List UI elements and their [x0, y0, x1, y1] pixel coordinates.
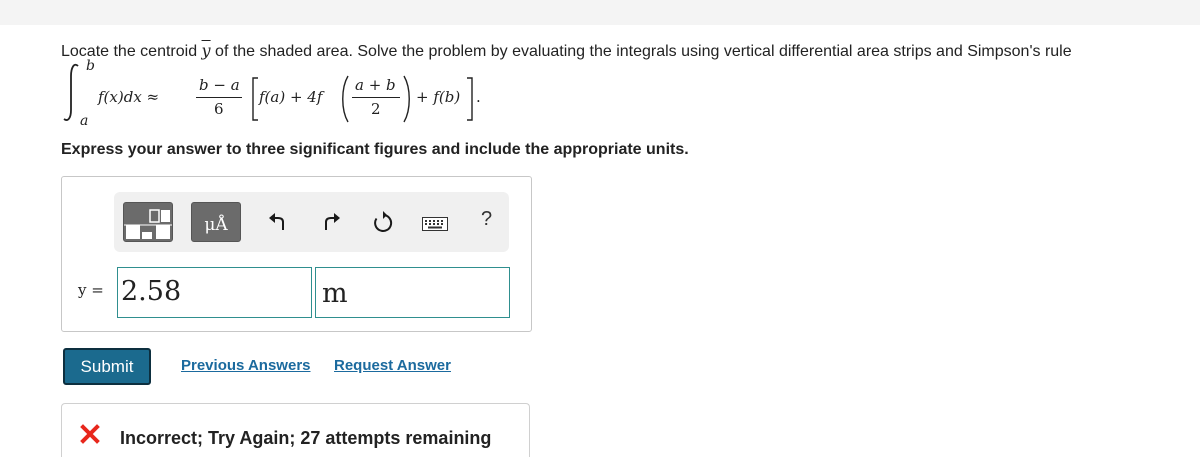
answer-variable-text: y = [78, 281, 104, 299]
templates-button[interactable] [123, 202, 173, 242]
right-bracket-icon [467, 77, 473, 121]
keyboard-icon[interactable] [419, 212, 451, 236]
undo-icon[interactable] [263, 210, 291, 234]
integral-lower-limit: a [80, 113, 89, 129]
fraction-1-bar [196, 97, 242, 98]
help-button[interactable]: ? [481, 208, 492, 231]
right-paren-icon [403, 75, 410, 123]
formula-period: . [476, 88, 481, 106]
answer-box: μÅ ? y = 2.58 m [61, 176, 532, 332]
integral-upper-limit: b [86, 58, 95, 74]
previous-answers-link[interactable]: Previous Answers [181, 357, 311, 374]
fraction-2-denominator: 2 [371, 100, 381, 118]
value-input[interactable]: 2.58 [117, 267, 312, 318]
fraction-2-numerator: a + b [355, 76, 396, 94]
x-mark-icon [80, 424, 100, 449]
instructions: Express your answer to three significant… [61, 141, 689, 158]
math-toolbar: μÅ ? [114, 192, 509, 252]
formula-term-2: + f(b) [416, 88, 461, 106]
integrand: f(x)dx ≈ [98, 88, 160, 106]
fraction-1-numerator: b − a [199, 76, 240, 94]
reset-icon[interactable] [369, 210, 397, 234]
units-icon: μÅ [204, 215, 228, 235]
fraction-1-denominator: 6 [214, 100, 224, 118]
units-button[interactable]: μÅ [191, 202, 241, 242]
formula-term-1: f(a) + 4f [259, 88, 323, 106]
request-answer-link[interactable]: Request Answer [334, 357, 451, 374]
top-bar [0, 0, 1200, 25]
feedback-panel: Incorrect; Try Again; 27 attempts remain… [61, 403, 530, 457]
feedback-message: Incorrect; Try Again; 27 attempts remain… [120, 428, 492, 448]
redo-icon[interactable] [318, 210, 346, 234]
templates-icon [124, 209, 172, 239]
simpsons-rule-formula: b a f(x)dx ≈ b − a 6 f(a) + 4f a + b 2 +… [61, 58, 581, 130]
unit-input[interactable]: m [315, 267, 510, 318]
answer-variable-label: y = [78, 281, 104, 299]
submit-button[interactable]: Submit [63, 348, 151, 385]
fraction-2-bar [352, 97, 400, 98]
left-paren-icon [342, 75, 349, 123]
